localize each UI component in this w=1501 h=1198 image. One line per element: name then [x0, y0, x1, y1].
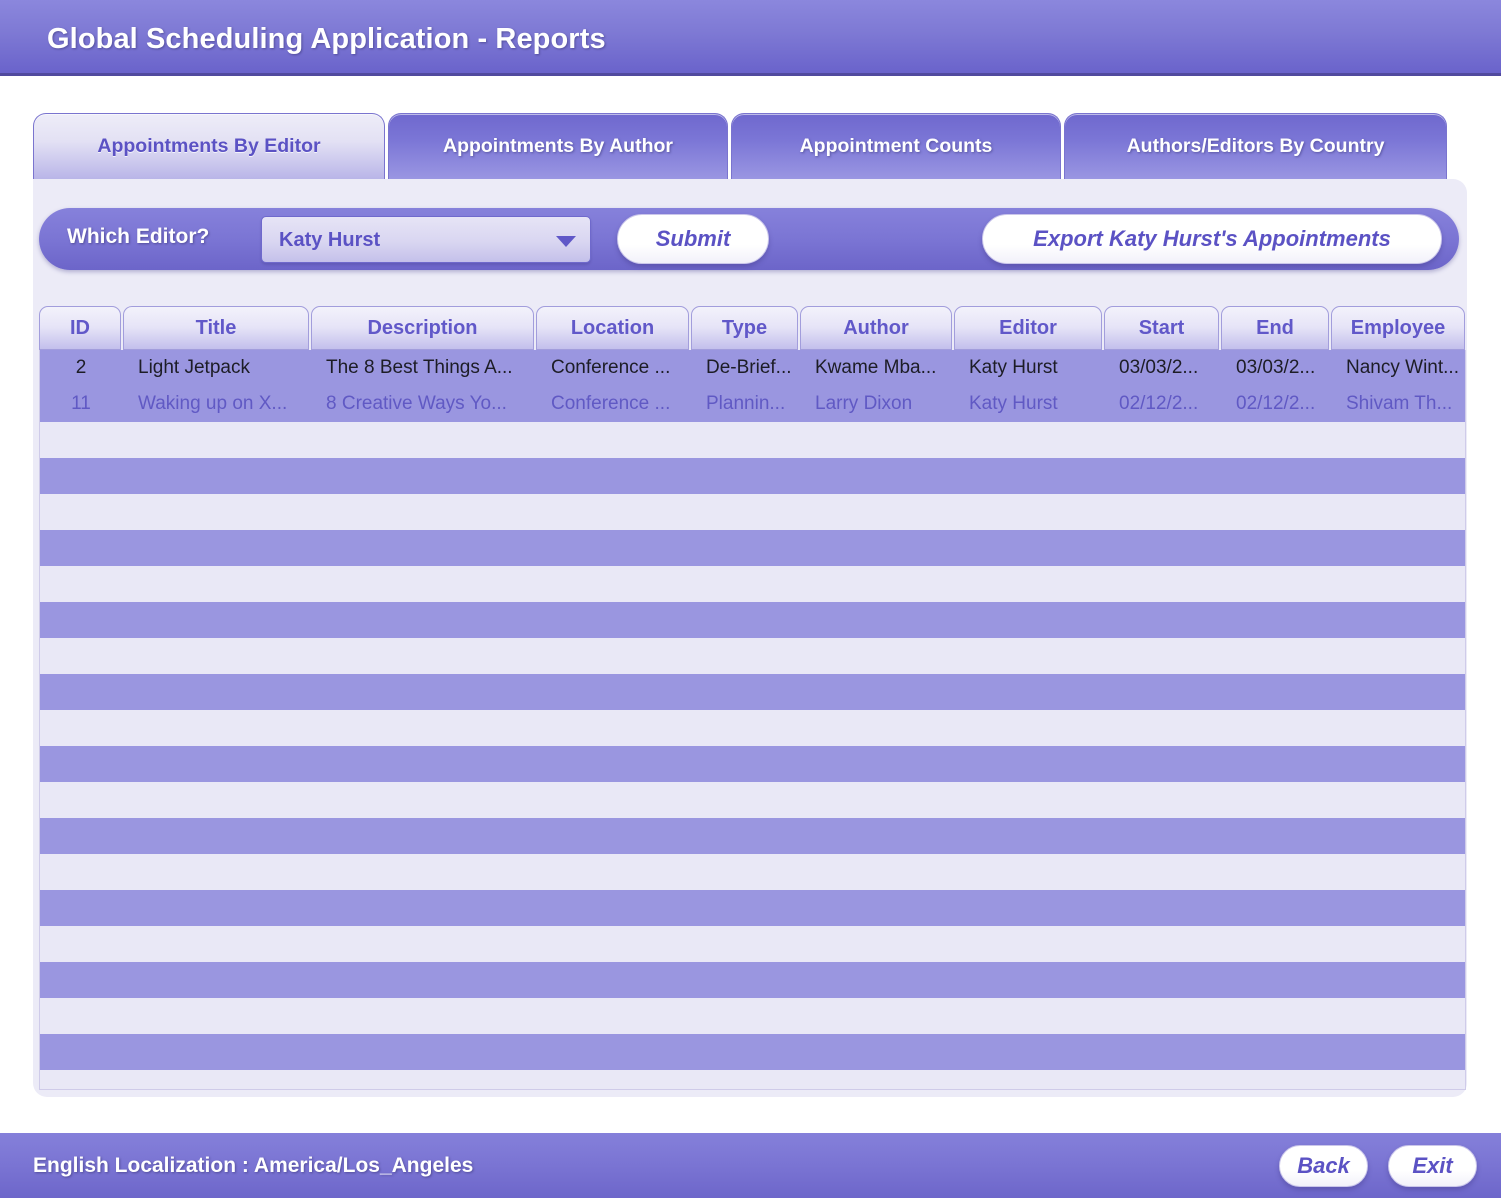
- tab-bar: Appointments By Editor Appointments By A…: [33, 113, 1417, 181]
- window-title-bar: Global Scheduling Application - Reports: [0, 0, 1501, 76]
- table-row-empty[interactable]: [40, 674, 1465, 710]
- cell-author: Kwame Mba...: [801, 350, 953, 386]
- column-header-type[interactable]: Type: [691, 306, 798, 350]
- table-row[interactable]: 2Light JetpackThe 8 Best Things A...Conf…: [40, 350, 1465, 386]
- tab-label: Appointments By Author: [443, 135, 673, 158]
- cell-description: 8 Creative Ways Yo...: [312, 386, 535, 422]
- table-row-empty[interactable]: [40, 926, 1465, 962]
- table-row-empty[interactable]: [40, 638, 1465, 674]
- which-editor-label: Which Editor?: [67, 225, 209, 249]
- table-row-empty[interactable]: [40, 530, 1465, 566]
- cell-editor: Katy Hurst: [955, 350, 1103, 386]
- back-button[interactable]: Back: [1279, 1145, 1368, 1187]
- column-header-label: Type: [722, 317, 767, 340]
- table-header-row: ID Title Description Location Type Author Edit…: [39, 306, 1466, 350]
- column-header-start[interactable]: Start: [1104, 306, 1219, 350]
- column-header-editor[interactable]: Editor: [954, 306, 1102, 350]
- submit-button-label: Submit: [656, 226, 731, 252]
- cell-description: The 8 Best Things A...: [312, 350, 535, 386]
- tab-authors-editors-by-country[interactable]: Authors/Editors By Country: [1064, 113, 1447, 179]
- column-header-label: End: [1256, 317, 1294, 340]
- cell-editor: Katy Hurst: [955, 386, 1103, 422]
- table-row-empty[interactable]: [40, 710, 1465, 746]
- table-row-empty[interactable]: [40, 962, 1465, 998]
- export-appointments-button[interactable]: Export Katy Hurst's Appointments: [982, 214, 1442, 264]
- table-row-empty[interactable]: [40, 782, 1465, 818]
- editor-select[interactable]: Katy Hurst: [261, 216, 591, 263]
- chevron-down-icon: [556, 236, 576, 247]
- cell-employee: Nancy Wint...: [1332, 350, 1466, 386]
- table-row-empty[interactable]: [40, 422, 1465, 458]
- cell-start: 03/03/2...: [1105, 350, 1220, 386]
- tab-label: Appointment Counts: [800, 135, 993, 158]
- table-body[interactable]: 2Light JetpackThe 8 Best Things A...Conf…: [39, 350, 1466, 1090]
- tab-appointments-by-editor[interactable]: Appointments By Editor: [33, 113, 385, 179]
- column-header-label: Employee: [1351, 317, 1445, 340]
- column-header-author[interactable]: Author: [800, 306, 952, 350]
- table-row-empty[interactable]: [40, 494, 1465, 530]
- report-panel: Which Editor? Katy Hurst Submit Export K…: [33, 179, 1467, 1097]
- cell-end: 02/12/2...: [1222, 386, 1330, 422]
- cell-end: 03/03/2...: [1222, 350, 1330, 386]
- export-button-label: Export Katy Hurst's Appointments: [1033, 226, 1391, 252]
- cell-title: Light Jetpack: [124, 350, 310, 386]
- cell-type: De-Brief...: [692, 350, 799, 386]
- column-header-label: Description: [367, 317, 477, 340]
- column-header-employee[interactable]: Employee: [1331, 306, 1465, 350]
- back-button-label: Back: [1297, 1153, 1350, 1179]
- table-row-empty[interactable]: [40, 854, 1465, 890]
- cell-author: Larry Dixon: [801, 386, 953, 422]
- column-header-end[interactable]: End: [1221, 306, 1329, 350]
- column-header-label: Author: [843, 317, 909, 340]
- cell-location: Conference ...: [537, 386, 690, 422]
- page-title: Global Scheduling Application - Reports: [47, 23, 606, 56]
- cell-start: 02/12/2...: [1105, 386, 1220, 422]
- cell-type: Plannin...: [692, 386, 799, 422]
- table-row-empty[interactable]: [40, 998, 1465, 1034]
- table-row-empty[interactable]: [40, 458, 1465, 494]
- table-row-empty[interactable]: [40, 818, 1465, 854]
- table-row[interactable]: 11Waking up on X...8 Creative Ways Yo...…: [40, 386, 1465, 422]
- cell-employee: Shivam Th...: [1332, 386, 1466, 422]
- table-row-empty[interactable]: [40, 1034, 1465, 1070]
- submit-button[interactable]: Submit: [617, 214, 769, 264]
- tab-label: Authors/Editors By Country: [1127, 135, 1385, 158]
- table-row-empty[interactable]: [40, 890, 1465, 926]
- column-header-title[interactable]: Title: [123, 306, 309, 350]
- tab-label: Appointments By Editor: [97, 135, 320, 158]
- exit-button[interactable]: Exit: [1388, 1145, 1477, 1187]
- cell-id: 11: [40, 386, 122, 422]
- column-header-id[interactable]: ID: [39, 306, 121, 350]
- cell-title: Waking up on X...: [124, 386, 310, 422]
- column-header-location[interactable]: Location: [536, 306, 689, 350]
- table-row-empty[interactable]: [40, 746, 1465, 782]
- table-row-empty[interactable]: [40, 602, 1465, 638]
- tab-appointments-by-author[interactable]: Appointments By Author: [388, 113, 728, 179]
- cell-location: Conference ...: [537, 350, 690, 386]
- tab-appointment-counts[interactable]: Appointment Counts: [731, 113, 1061, 179]
- editor-select-value: Katy Hurst: [279, 229, 380, 252]
- column-header-label: Start: [1139, 317, 1185, 340]
- column-header-label: Editor: [999, 317, 1057, 340]
- localization-status: English Localization : America/Los_Angel…: [33, 1154, 473, 1178]
- table-row-empty[interactable]: [40, 566, 1465, 602]
- column-header-description[interactable]: Description: [311, 306, 534, 350]
- status-bar: English Localization : America/Los_Angel…: [0, 1133, 1501, 1198]
- query-bar: Which Editor? Katy Hurst Submit Export K…: [39, 208, 1459, 270]
- column-header-label: Location: [571, 317, 654, 340]
- table-row-empty[interactable]: [40, 1070, 1465, 1090]
- column-header-label: Title: [196, 317, 237, 340]
- exit-button-label: Exit: [1412, 1153, 1452, 1179]
- column-header-label: ID: [70, 317, 90, 340]
- appointments-table: ID Title Description Location Type Author Edit…: [39, 306, 1466, 1090]
- cell-id: 2: [40, 350, 122, 386]
